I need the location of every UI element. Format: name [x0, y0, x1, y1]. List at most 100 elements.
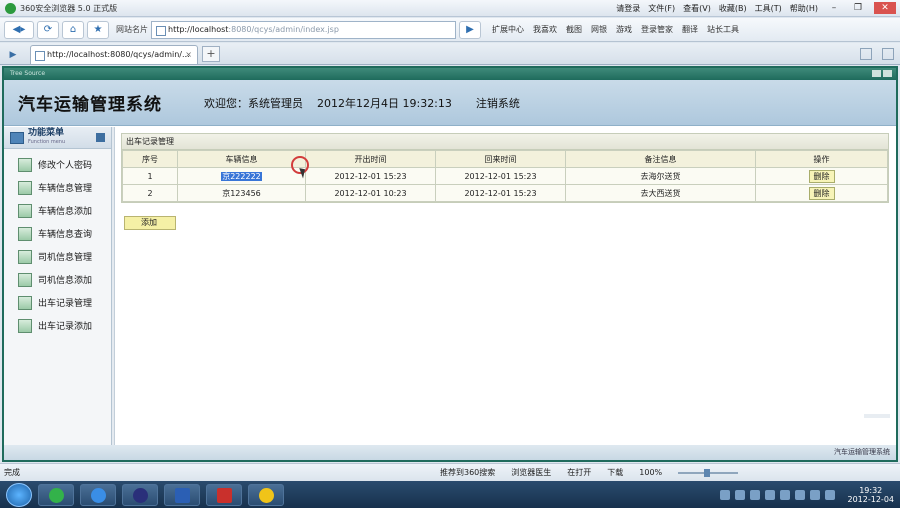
status-text: 完成	[4, 468, 20, 477]
tray-icon[interactable]	[824, 489, 835, 500]
sidebar-item-label: 车辆信息添加	[38, 207, 93, 217]
table-row: 1 京222222 2012-12-01 15:23 2012-12-01 15…	[122, 167, 888, 185]
new-tab-button[interactable]: +	[202, 46, 220, 62]
browser-title: 360安全浏览器 5.0 正式版	[20, 3, 118, 13]
os-taskbar: 19:32 2012-12-04	[0, 481, 900, 508]
tool-login-manager[interactable]: 登录管家	[641, 24, 673, 35]
sidebar-item-trip-manage[interactable]: 出车记录管理	[4, 291, 111, 314]
menu-login[interactable]: 请登录	[616, 3, 640, 14]
sidebar: 功能菜单 Function menu 修改个人密码 车辆信息管理 车辆信息添加 车…	[4, 127, 112, 445]
scroll-indicator	[864, 414, 890, 418]
tray-icon[interactable]	[794, 489, 805, 500]
add-button[interactable]: 添加	[124, 216, 176, 230]
sidebar-title: 功能菜单	[28, 127, 65, 138]
taskbar-360-icon[interactable]	[38, 483, 74, 506]
sidebar-toggle-icon[interactable]: ▶	[4, 46, 22, 64]
sidebar-item-label: 修改个人密码	[38, 161, 93, 171]
sidebar-item-vehicle-query[interactable]: 车辆信息查询	[4, 222, 111, 245]
sidebar-item-driver-manage[interactable]: 司机信息管理	[4, 245, 111, 268]
tool-translate[interactable]: 翻译	[682, 24, 698, 35]
tool-games[interactable]: 游戏	[616, 24, 632, 35]
col-note: 备注信息	[565, 150, 756, 168]
tool-extensions[interactable]: 扩展中心	[492, 24, 524, 35]
cell-return: 2012-12-01 15:23	[435, 184, 566, 202]
window-tile-icon[interactable]	[860, 48, 872, 60]
panel-title: 出车记录管理	[122, 134, 888, 150]
sidebar-item-driver-add[interactable]: 司机信息添加	[4, 268, 111, 291]
clock-time: 19:32	[859, 485, 883, 495]
logout-link[interactable]: 注销系统	[476, 95, 520, 111]
menu-item-icon	[18, 272, 32, 287]
tool-screenshot[interactable]: 截图	[566, 24, 582, 35]
current-datetime: 2012年12月4日 19:32:13	[317, 96, 452, 110]
tray-icon[interactable]	[749, 489, 760, 500]
zoom-slider[interactable]	[678, 468, 739, 477]
browser-menu: 请登录 文件(F) 查看(V) 收藏(B) 工具(T) 帮助(H) – ❐ ✕	[616, 2, 900, 14]
tray-icon[interactable]	[764, 489, 775, 500]
system-clock[interactable]: 19:32 2012-12-04	[848, 486, 895, 504]
home-icon[interactable]: ⌂	[62, 20, 84, 39]
sidebar-item-label: 车辆信息管理	[38, 184, 93, 194]
trash-icon[interactable]	[882, 48, 894, 60]
menu-file[interactable]: 文件(F)	[648, 3, 675, 14]
cell-return: 2012-12-01 15:23	[435, 167, 566, 185]
minimize-icon[interactable]: –	[826, 2, 842, 14]
app-footer: 汽车运输管理系统	[4, 445, 896, 460]
taskbar-ie-icon[interactable]	[80, 483, 116, 506]
menu-tools[interactable]: 工具(T)	[755, 3, 782, 14]
menu-view[interactable]: 查看(V)	[683, 3, 711, 14]
delete-button[interactable]: 删除	[808, 186, 835, 200]
browser-navbar: ◀▸ ⟳ ⌂ ★ 网站名片 http://localhost:8080/qcys…	[0, 18, 900, 42]
restore-icon[interactable]: ❐	[850, 2, 866, 14]
tray-icon[interactable]	[809, 489, 820, 500]
taskbar-qq-icon[interactable]	[248, 483, 284, 506]
status-open[interactable]: 在打开	[567, 467, 591, 478]
frame-min-icon[interactable]	[872, 70, 881, 77]
browser-titlebar: 360安全浏览器 5.0 正式版 请登录 文件(F) 查看(V) 收藏(B) 工…	[0, 0, 900, 17]
menu-item-icon	[18, 180, 32, 195]
back-button[interactable]: ◀▸	[4, 20, 34, 39]
menu-item-icon	[18, 249, 32, 264]
refresh-icon[interactable]: ⟳	[37, 20, 59, 39]
sidebar-item-vehicle-manage[interactable]: 车辆信息管理	[4, 176, 111, 199]
tray-icon[interactable]	[734, 489, 745, 500]
tool-bank[interactable]: 网银	[591, 24, 607, 35]
sidebar-menu: 修改个人密码 车辆信息管理 车辆信息添加 车辆信息查询 司机信息管理 司机信息添…	[4, 149, 111, 337]
selected-text: 京222222	[221, 171, 262, 181]
frame-close-icon[interactable]	[883, 70, 892, 77]
tool-webmaster[interactable]: 站长工具	[707, 24, 739, 35]
status-search[interactable]: 推荐到360搜索	[440, 467, 495, 478]
col-vehicle: 车辆信息	[177, 150, 306, 168]
close-icon[interactable]: ✕	[874, 2, 896, 14]
taskbar-app-icon[interactable]	[206, 483, 242, 506]
sidebar-item-label: 出车记录添加	[38, 322, 93, 332]
status-doctor[interactable]: 浏览器医生	[511, 467, 551, 478]
app-header: 汽车运输管理系统 欢迎您：系统管理员 2012年12月4日 19:32:13 注…	[4, 80, 896, 126]
menu-favorites[interactable]: 收藏(B)	[719, 3, 747, 14]
status-download[interactable]: 下载	[607, 467, 623, 478]
tab-close-icon[interactable]: ×	[185, 46, 192, 64]
menu-help[interactable]: 帮助(H)	[790, 3, 818, 14]
site-card-label[interactable]: 网站名片	[116, 24, 148, 35]
cell-note: 去海尔送货	[565, 167, 756, 185]
taskbar-eclipse-icon[interactable]	[122, 483, 158, 506]
favorite-star-icon[interactable]: ★	[87, 20, 109, 39]
start-button[interactable]	[6, 482, 32, 507]
zoom-level[interactable]: 100%	[639, 468, 662, 477]
sidebar-item-trip-add[interactable]: 出车记录添加	[4, 314, 111, 337]
tool-like[interactable]: 我喜欢	[533, 24, 557, 35]
taskbar-word-icon[interactable]	[164, 483, 200, 506]
address-bar[interactable]: http://localhost:8080/qcys/admin/index.j…	[151, 20, 456, 39]
collapse-icon[interactable]	[96, 133, 105, 142]
sidebar-item-vehicle-add[interactable]: 车辆信息添加	[4, 199, 111, 222]
sidebar-splitter[interactable]	[112, 127, 115, 445]
col-depart: 开出时间	[305, 150, 436, 168]
cell-vehicle: 京222222	[177, 167, 306, 185]
delete-button[interactable]: 删除	[808, 169, 835, 183]
sidebar-item-change-password[interactable]: 修改个人密码	[4, 153, 111, 176]
col-no: 序号	[122, 150, 178, 168]
go-arrow-icon[interactable]: ▶	[459, 20, 481, 39]
tray-icon[interactable]	[779, 489, 790, 500]
tab-current[interactable]: http://localhost:8080/qcys/admin/... ×	[30, 45, 198, 64]
tray-icon[interactable]	[719, 489, 730, 500]
